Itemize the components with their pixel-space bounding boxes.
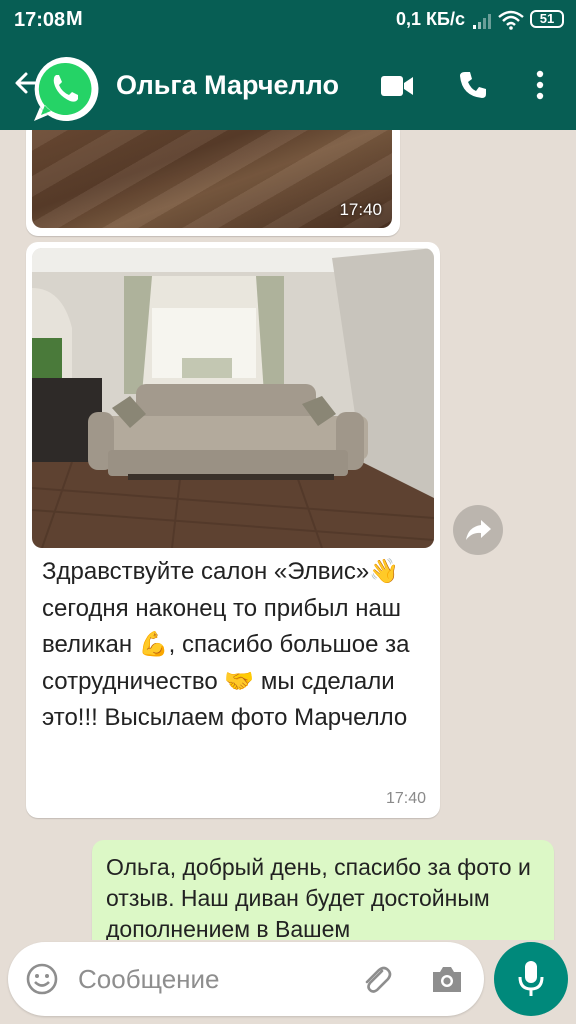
mic-button[interactable] (494, 942, 568, 1016)
chat-area[interactable]: 17:40 Здравствуйте салон «Элвис»👋 сегодн… (0, 130, 576, 940)
status-bar: 17:08 M 0,1 КБ/с 51 (0, 0, 576, 40)
message-caption: Здравствуйте салон «Элвис»👋 сегодня нако… (42, 558, 410, 731)
mic-icon (518, 961, 544, 996)
chat-header: Ольга Марчелло (0, 40, 576, 130)
camera-icon[interactable] (430, 964, 464, 994)
signal-icon (473, 14, 491, 29)
more-vert-icon[interactable] (532, 70, 548, 100)
message-input[interactable]: Сообщение (8, 942, 484, 1016)
video-call-icon[interactable] (380, 74, 414, 98)
message-placeholder: Сообщение (78, 964, 220, 994)
wifi-icon (498, 10, 524, 30)
composer-bar: Сообщение (0, 940, 576, 1024)
emoji-icon[interactable] (26, 963, 58, 995)
outgoing-message[interactable]: Ольга, добрый день, спасибо за фото и от… (92, 840, 554, 940)
phone-icon[interactable] (458, 70, 488, 100)
battery-indicator: 51 (530, 10, 564, 28)
forward-button[interactable] (453, 505, 503, 555)
forward-icon (466, 520, 491, 540)
message-time: 17:40 (339, 200, 382, 219)
sofa-photo[interactable] (32, 248, 434, 548)
outgoing-message-text: Ольга, добрый день, спасибо за фото и от… (106, 854, 531, 940)
floor-photo[interactable]: 17:40 (32, 130, 392, 228)
status-time: 17:08 (14, 9, 66, 31)
message-time: 17:40 (385, 790, 426, 807)
gmail-icon: M (66, 8, 83, 30)
incoming-image-message[interactable]: 17:40 (26, 130, 400, 236)
incoming-image-caption-message[interactable]: Здравствуйте салон «Элвис»👋 сегодня нако… (26, 242, 440, 818)
attach-icon[interactable] (360, 963, 392, 995)
network-speed: 0,1 КБ/с (396, 9, 465, 29)
whatsapp-icon[interactable] (30, 53, 102, 125)
contact-name[interactable]: Ольга Марчелло (116, 70, 339, 101)
